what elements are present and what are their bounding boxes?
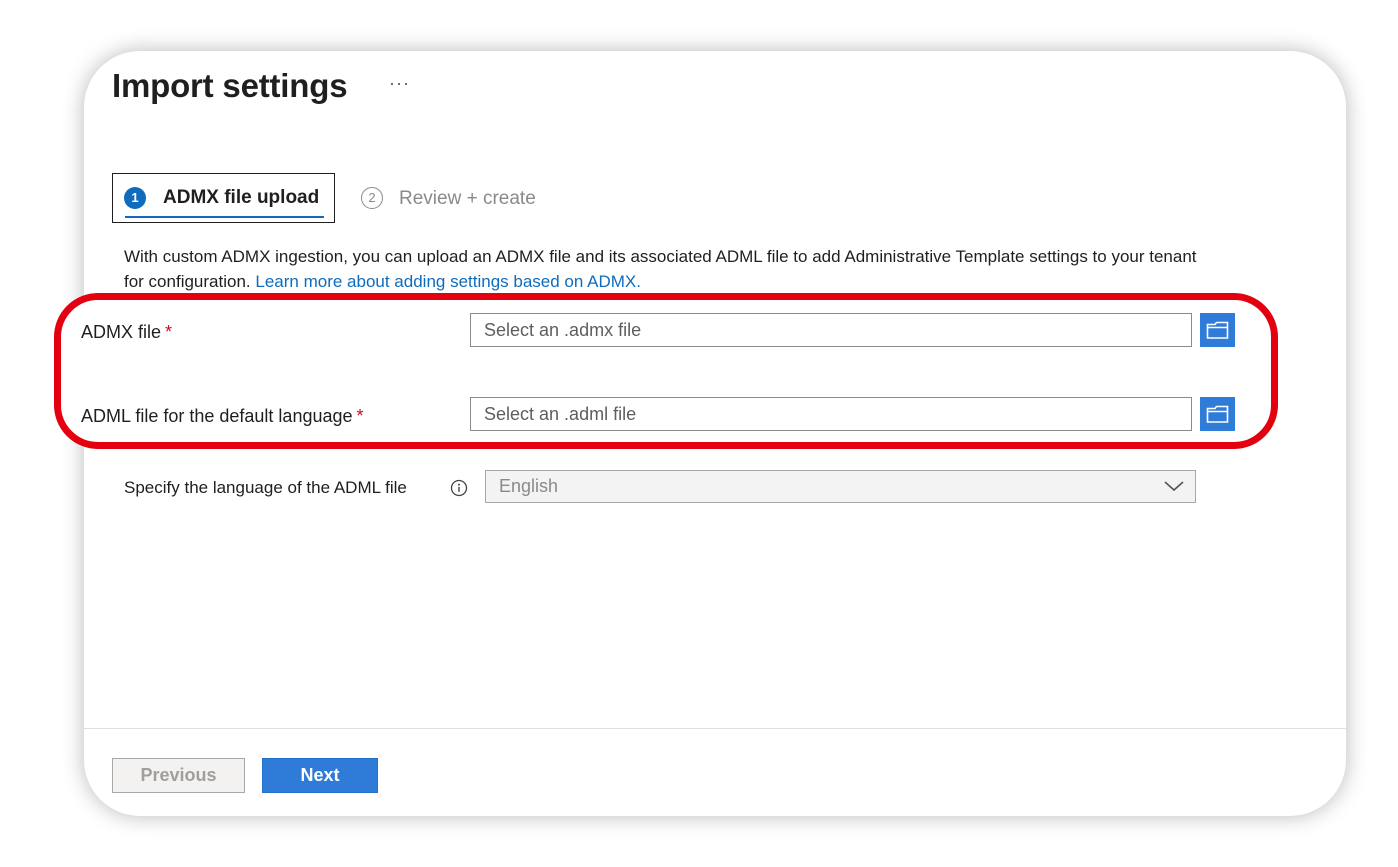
tab-admx-file-upload[interactable]: 1 ADMX file upload [112,173,335,223]
adml-file-label: ADML file for the default language * [81,406,364,427]
adml-browse-button[interactable] [1200,397,1235,431]
footer-divider [84,728,1346,729]
admx-file-label-text: ADMX file [81,322,162,342]
folder-icon [1206,321,1229,339]
learn-more-link[interactable]: Learn more about adding settings based o… [255,272,641,291]
next-button[interactable]: Next [262,758,378,793]
adml-file-label-text: ADML file for the default language [81,406,353,426]
admx-browse-button[interactable] [1200,313,1235,347]
language-selected-value: English [499,476,559,496]
previous-button[interactable]: Previous [112,758,245,793]
chevron-down-icon [1164,481,1184,492]
more-horizontal-icon[interactable]: ··· [389,73,410,94]
required-mark: * [356,406,364,426]
file-inputs-highlight: ADMX file * Select an .admx file ADML fil… [54,293,1278,449]
step-label-review-create: Review + create [399,188,536,209]
step-number-1: 1 [124,187,146,209]
admx-file-label: ADMX file * [81,322,172,343]
step-label-admx-file-upload: ADMX file upload [163,187,320,208]
adml-file-input[interactable]: Select an .adml file [470,397,1192,431]
step-number-2: 2 [361,187,383,209]
language-label: Specify the language of the ADML file [124,478,407,497]
info-icon[interactable] [450,479,468,497]
description-text: With custom ADMX ingestion, you can uplo… [124,244,1214,294]
required-mark: * [165,322,173,342]
folder-icon [1206,405,1229,423]
admx-file-input[interactable]: Select an .admx file [470,313,1192,347]
language-dropdown[interactable]: English [485,470,1196,503]
page-title: Import settings [112,67,348,104]
active-step-underline [125,216,324,218]
